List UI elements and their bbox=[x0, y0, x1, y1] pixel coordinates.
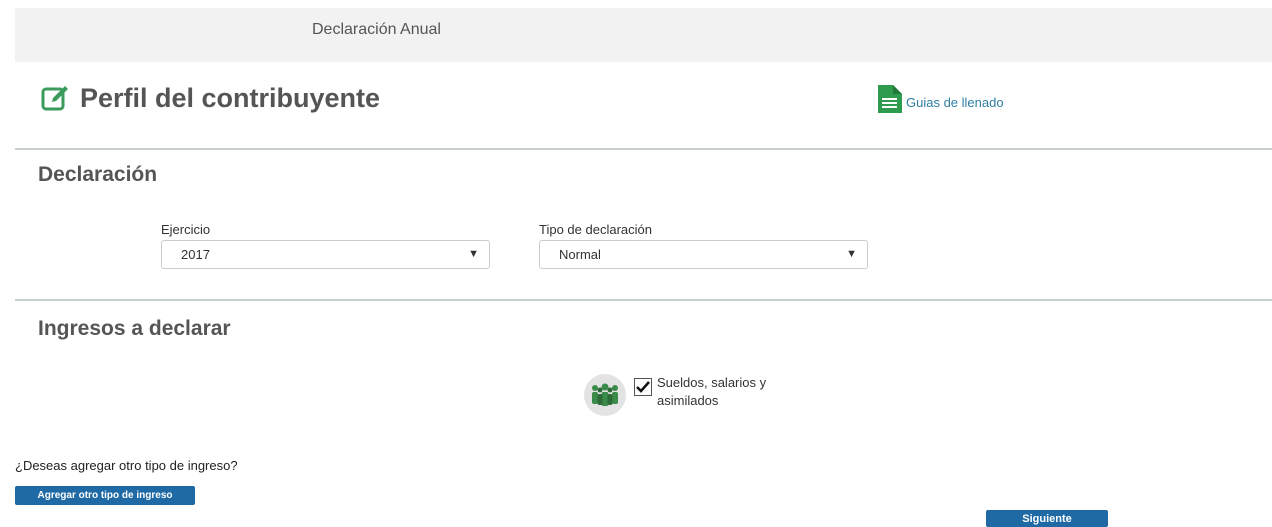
page-header: Perfil del contribuyente bbox=[40, 80, 380, 116]
section-title-declaracion: Declaración bbox=[38, 163, 158, 186]
page-title: Perfil del contribuyente bbox=[80, 82, 381, 113]
tipo-declaracion-label: Tipo de declaración bbox=[539, 222, 652, 237]
edit-icon bbox=[40, 82, 72, 114]
top-bar: Declaración Anual bbox=[15, 8, 1272, 62]
document-icon bbox=[878, 85, 902, 113]
people-icon bbox=[584, 374, 626, 416]
guides-label[interactable]: Guias de llenado bbox=[906, 95, 1004, 110]
sueldos-label: Sueldos, salarios y asimilados bbox=[657, 374, 787, 410]
sueldos-label-line2: asimilados bbox=[657, 393, 719, 408]
checkmark-icon bbox=[636, 381, 650, 393]
ejercicio-value: 2017 bbox=[181, 247, 210, 262]
sueldos-label-line1: Sueldos, salarios y bbox=[657, 375, 767, 390]
income-item-sueldos: Sueldos, salarios y asimilados bbox=[584, 374, 787, 416]
divider bbox=[15, 299, 1272, 301]
app-title: Declaración Anual bbox=[312, 21, 441, 38]
next-button[interactable]: Siguiente bbox=[986, 510, 1108, 527]
chevron-down-icon: ▼ bbox=[846, 248, 857, 260]
add-income-button[interactable]: Agregar otro tipo de ingreso bbox=[15, 486, 195, 505]
tipo-declaracion-value: Normal bbox=[559, 247, 601, 262]
divider bbox=[15, 148, 1272, 150]
ejercicio-select[interactable]: 2017 ▼ bbox=[161, 240, 490, 269]
sueldos-checkbox[interactable] bbox=[634, 378, 652, 396]
tipo-declaracion-select[interactable]: Normal ▼ bbox=[539, 240, 868, 269]
guides-link[interactable]: Guias de llenado bbox=[878, 85, 1004, 113]
chevron-down-icon: ▼ bbox=[468, 248, 479, 260]
add-income-question: ¿Deseas agregar otro tipo de ingreso? bbox=[15, 458, 238, 473]
ejercicio-label: Ejercicio bbox=[161, 222, 211, 237]
section-title-ingresos: Ingresos a declarar bbox=[38, 317, 231, 340]
